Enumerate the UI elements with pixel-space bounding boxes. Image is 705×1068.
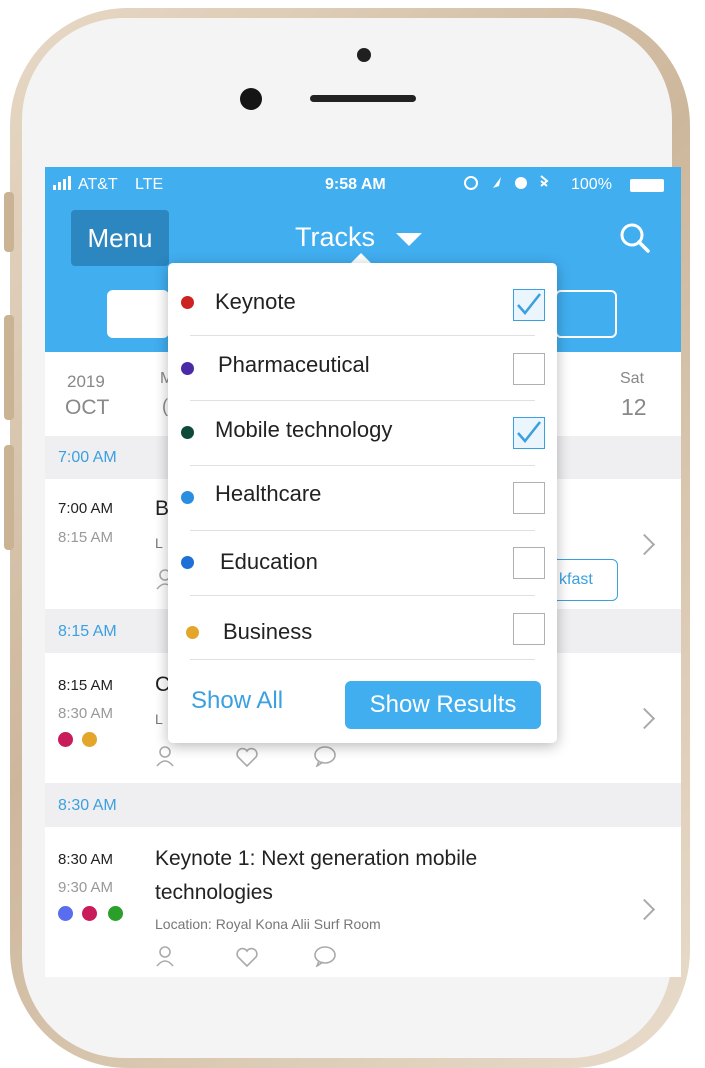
track-row-keynote[interactable]: Keynote [168,269,557,333]
session-location: Location: Royal Kona Alii Surf Room [155,916,381,932]
track-dot [58,732,73,747]
session-title-line1: Keynote 1: Next generation mobile [155,847,478,870]
side-button [4,192,14,252]
session-title: B [155,497,170,520]
heart-icon[interactable] [235,947,259,967]
session-start: 7:00 AM [58,500,114,517]
checkbox[interactable] [513,547,545,579]
comment-icon[interactable] [313,745,337,767]
track-color-dot [181,296,194,309]
track-dot [58,906,73,921]
checkbox[interactable] [513,353,545,385]
session-title-line2: technologies [155,881,273,904]
session-location: L [155,711,163,727]
menu-button[interactable]: Menu [71,210,169,266]
track-color-dot [181,556,194,569]
volume-down-button [4,445,14,550]
segment-left[interactable] [107,290,169,338]
chevron-right-icon[interactable] [633,533,656,556]
checkmark-icon [517,421,541,443]
status-icons [463,174,571,197]
segment-right[interactable] [555,290,617,338]
search-icon[interactable] [619,222,651,254]
track-label: Healthcare [215,481,322,506]
track-color-dot [181,426,194,439]
network-label: LTE [135,176,164,193]
session-start: 8:15 AM [58,677,114,694]
earpiece-speaker [310,95,416,102]
proximity-sensor [357,48,371,62]
divider [190,659,535,660]
show-all-button[interactable]: Show All [191,687,283,715]
tracks-dropdown-title[interactable]: Tracks [295,222,375,253]
track-row-mobile-technology[interactable]: Mobile technology [168,400,557,464]
heart-icon[interactable] [235,747,259,767]
track-color-dot [186,626,199,639]
track-label: Mobile technology [215,417,393,442]
checkbox[interactable] [513,482,545,514]
track-dot [108,906,123,921]
section-header: 8:30 AM [58,797,117,814]
track-color-dot [181,491,194,504]
person-icon[interactable] [155,745,175,767]
checkbox[interactable] [513,289,545,321]
chevron-right-icon[interactable] [633,898,656,921]
signal-icon [53,176,75,195]
track-color-dot [181,362,194,375]
status-time: 9:58 AM [325,176,386,193]
track-row-pharmaceutical[interactable]: Pharmaceutical [168,335,557,399]
session-end: 8:30 AM [58,705,114,722]
session-end: 9:30 AM [58,879,114,896]
chevron-right-icon[interactable] [633,707,656,730]
checkbox[interactable] [513,417,545,449]
tag-badge[interactable]: kfast [550,559,618,601]
session-end: 8:15 AM [58,529,114,546]
track-label: Keynote [215,289,296,314]
checkmark-icon [517,293,541,315]
day-name-sat[interactable]: Sat [620,370,644,388]
checkbox[interactable] [513,613,545,645]
track-dot [82,732,97,747]
front-camera [240,88,262,110]
battery-percent: 100% [571,176,612,193]
track-label: Education [220,549,318,574]
day-num-sat[interactable]: 12 [621,394,647,421]
track-row-healthcare[interactable]: Healthcare [168,465,557,529]
carrier-label: AT&T [78,176,118,193]
person-icon[interactable] [155,945,175,967]
track-label: Pharmaceutical [218,352,370,377]
tracks-dropdown: Keynote Pharmaceutical Mobile technology… [168,263,557,743]
track-dot [82,906,97,921]
session-start: 8:30 AM [58,851,114,868]
comment-icon[interactable] [313,945,337,967]
chevron-down-icon[interactable] [396,233,422,246]
month-label: OCT [65,396,110,419]
session-card[interactable]: 8:30 AM 9:30 AM Keynote 1: Next generati… [45,827,681,977]
track-label: Business [223,619,313,644]
volume-up-button [4,315,14,420]
year-label: 2019 [67,372,105,391]
track-row-education[interactable]: Education [168,530,557,594]
battery-icon [630,179,664,192]
show-results-button[interactable]: Show Results [345,681,541,729]
session-location: L [155,535,163,551]
track-row-business[interactable]: Business [168,595,557,659]
